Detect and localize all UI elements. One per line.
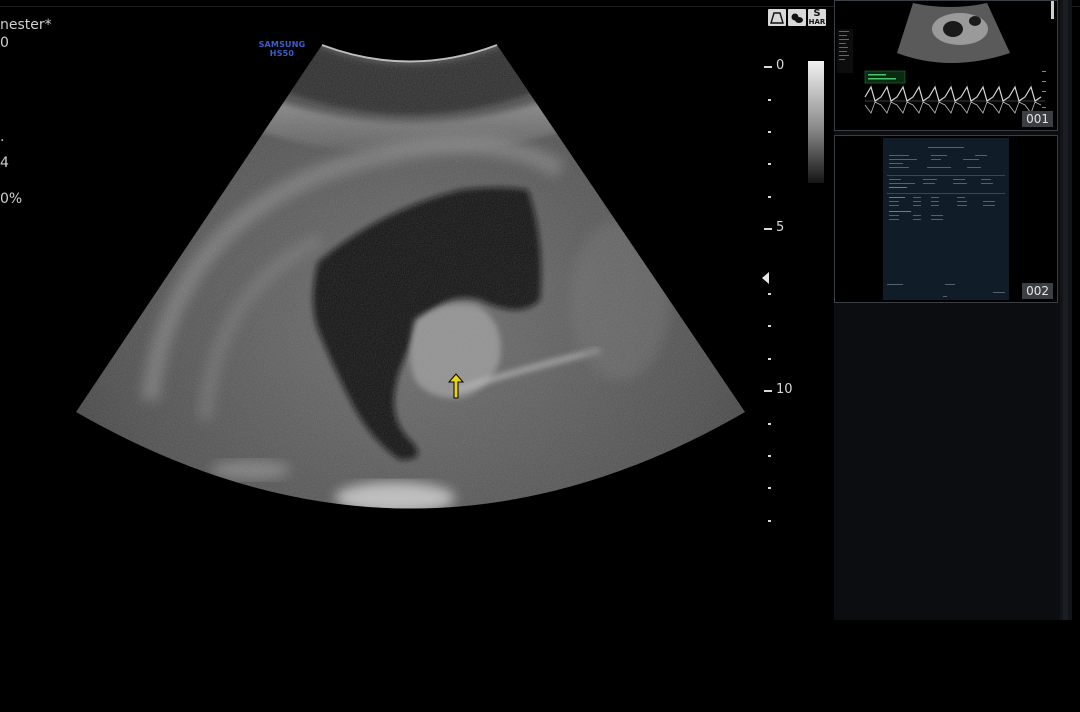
fetus-mode-icon[interactable] — [788, 9, 806, 26]
depth-tick — [768, 423, 771, 425]
focus-marker-icon[interactable] — [762, 272, 769, 284]
depth-label-5: 5 — [776, 220, 785, 235]
thumbnail-number: 001 — [1022, 111, 1053, 127]
probe-brand: SAMSUNG — [258, 40, 306, 49]
depth-tick — [768, 520, 771, 522]
depth-tick — [764, 228, 772, 230]
depth-tick — [768, 99, 771, 101]
har-mode-button[interactable]: S HAR — [808, 7, 826, 26]
arrow-marker-icon[interactable] — [447, 372, 465, 400]
depth-tick — [768, 487, 771, 489]
depth-scale: 0 5 10 — [760, 55, 820, 535]
har-mode-s-label: S — [813, 7, 821, 19]
trapezoid-mode-icon[interactable] — [768, 9, 786, 26]
report-thumbnail-image — [883, 138, 1009, 300]
probe-model: HS50 — [269, 49, 295, 58]
depth-tick — [764, 390, 772, 392]
ultrasound-image[interactable] — [0, 0, 830, 712]
thumbnail-number: 002 — [1022, 283, 1053, 299]
depth-tick — [768, 455, 771, 457]
depth-tick — [768, 163, 771, 165]
depth-tick — [764, 66, 772, 68]
depth-tick — [768, 293, 771, 295]
mode-buttons: S HAR — [768, 7, 826, 27]
depth-tick — [768, 196, 771, 198]
probe-label: SAMSUNG HS50 — [258, 40, 306, 58]
depth-tick — [768, 325, 771, 327]
thumbnail-002[interactable]: 002 — [834, 135, 1058, 303]
thumbnail-001[interactable]: 001 — [834, 0, 1058, 131]
depth-tick — [768, 358, 771, 360]
depth-tick — [768, 131, 771, 133]
depth-label-0: 0 — [776, 58, 785, 73]
depth-label-10: 10 — [776, 382, 793, 397]
sidebar-scrollbar-thumb[interactable] — [1063, 0, 1068, 620]
har-mode-label: HAR — [808, 17, 826, 26]
